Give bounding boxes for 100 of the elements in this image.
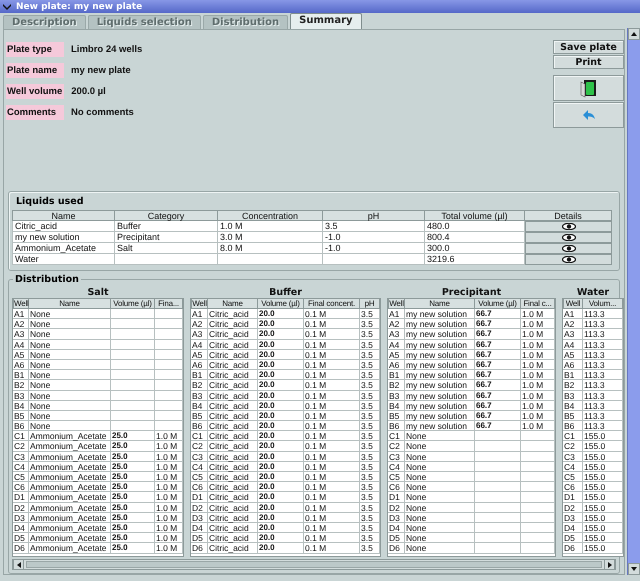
- table-cell: 0.1 M: [304, 543, 360, 554]
- table-cell: [521, 441, 555, 452]
- table-cell: Citric_acid: [208, 441, 258, 452]
- table-cell: 3.5: [360, 533, 380, 544]
- table-cell: my new solution: [405, 350, 475, 360]
- table-cell: 3.5: [360, 370, 380, 380]
- table-cell: A3: [388, 329, 405, 340]
- table-cell: Citric_acid: [208, 421, 258, 432]
- table-cell: 3.5: [360, 360, 380, 370]
- table-cell: 0.1 M: [304, 329, 360, 340]
- column-header: Volume (µl): [475, 298, 521, 309]
- table-cell: C2: [563, 441, 583, 452]
- table-cell: B4: [13, 400, 29, 411]
- table-cell: Citric_acid: [208, 400, 258, 411]
- table-cell: A4: [13, 340, 29, 350]
- table-cell: 1.0 M: [521, 350, 555, 360]
- horizontal-scrollbar[interactable]: [12, 559, 616, 570]
- table-cell: 0.1 M: [304, 472, 360, 482]
- table-cell: Ammonium_Acetate: [29, 502, 111, 513]
- table-cell: None: [405, 492, 475, 503]
- table-title: Water: [576, 287, 610, 298]
- table-cell: [521, 522, 555, 534]
- table-cell: 25.0: [111, 533, 155, 544]
- table-cell: 20.0: [258, 502, 304, 513]
- details-button[interactable]: [525, 243, 612, 254]
- table-cell: 20.0: [258, 441, 304, 452]
- table-cell: 0.1 M: [304, 370, 360, 380]
- table-cell: B3: [388, 390, 405, 401]
- table-cell: None: [29, 390, 111, 401]
- table-cell: B1: [388, 370, 405, 380]
- table-cell: 1.0 M: [521, 329, 555, 340]
- details-button[interactable]: [525, 232, 612, 243]
- table-cell: B5: [13, 410, 29, 422]
- table-cell: 3.5: [360, 421, 380, 432]
- table-cell: 1.0 M: [155, 441, 183, 452]
- table-cell: None: [405, 512, 475, 523]
- table-cell: 3.5: [360, 340, 380, 350]
- table-cell: 3.5: [360, 512, 380, 523]
- window-menu-icon[interactable]: [2, 2, 12, 10]
- table-cell: 3.5: [360, 462, 380, 472]
- table-cell: 66.7: [475, 380, 521, 390]
- table-cell: 3.5: [360, 492, 380, 503]
- table-cell: 20.0: [258, 462, 304, 472]
- table-cell: B6: [13, 421, 29, 432]
- table-cell: C6: [388, 482, 405, 492]
- table-cell: 3.5: [360, 472, 380, 482]
- table-cell: C4: [563, 462, 583, 472]
- table-cell: Salt: [115, 243, 218, 254]
- table-cell: Citric_acid: [208, 319, 258, 330]
- table-cell: 0.1 M: [304, 522, 360, 534]
- column-header: Name: [405, 298, 475, 309]
- table-cell: C5: [388, 472, 405, 482]
- action-button[interactable]: Save plate: [553, 40, 624, 54]
- table-cell: 1.0 M: [155, 512, 183, 523]
- scroll-left-icon[interactable]: [16, 562, 22, 568]
- table-cell: 66.7: [475, 421, 521, 432]
- scroll-right-icon[interactable]: [606, 562, 612, 568]
- table-cell: my new solution: [405, 421, 475, 432]
- table-cell: D2: [13, 502, 29, 513]
- icon-button[interactable]: [553, 75, 624, 101]
- table-cell: 25.0: [111, 472, 155, 482]
- eye-icon: [562, 245, 576, 252]
- table-cell: B2: [13, 380, 29, 390]
- table-cell: 20.0: [258, 400, 304, 411]
- table-cell: Ammonium_Acetate: [29, 441, 111, 452]
- table-cell: C1: [388, 431, 405, 442]
- table-cell: B6: [191, 421, 208, 432]
- table-cell: D3: [563, 512, 583, 523]
- table-cell: D5: [13, 533, 29, 544]
- table-cell: 0.1 M: [304, 309, 360, 320]
- table-cell: A4: [388, 340, 405, 350]
- table-cell: None: [405, 472, 475, 482]
- table-cell: C4: [13, 462, 29, 472]
- table-cell: None: [29, 410, 111, 422]
- table-cell: [521, 482, 555, 492]
- table-cell: None: [29, 350, 111, 360]
- vertical-scrollbar[interactable]: [627, 28, 640, 575]
- tab[interactable]: Summary: [290, 13, 362, 29]
- table-cell: None: [405, 452, 475, 462]
- scroll-up-icon[interactable]: [631, 31, 637, 37]
- table-cell: 20.0: [258, 421, 304, 432]
- table-cell: my new solution: [405, 329, 475, 340]
- table-cell: 25.0: [111, 512, 155, 523]
- table-cell: A1: [191, 309, 208, 320]
- eye-icon: [562, 256, 576, 263]
- action-button[interactable]: Print: [553, 55, 624, 69]
- table-cell: A4: [191, 340, 208, 350]
- table-cell: [155, 360, 183, 370]
- table-cell: my new solution: [405, 390, 475, 401]
- scroll-down-icon[interactable]: [631, 566, 637, 572]
- details-button[interactable]: [525, 221, 612, 232]
- table-cell: Precipitant: [115, 232, 218, 243]
- column-header: Name: [12, 210, 115, 221]
- table-cell: C2: [13, 441, 29, 452]
- table-cell: A1: [388, 309, 405, 320]
- table-cell: None: [405, 522, 475, 534]
- table-cell: None: [29, 360, 111, 370]
- table-cell: Ammonium_Acetate: [29, 462, 111, 472]
- details-button[interactable]: [525, 254, 612, 265]
- eye-icon: [562, 223, 576, 230]
